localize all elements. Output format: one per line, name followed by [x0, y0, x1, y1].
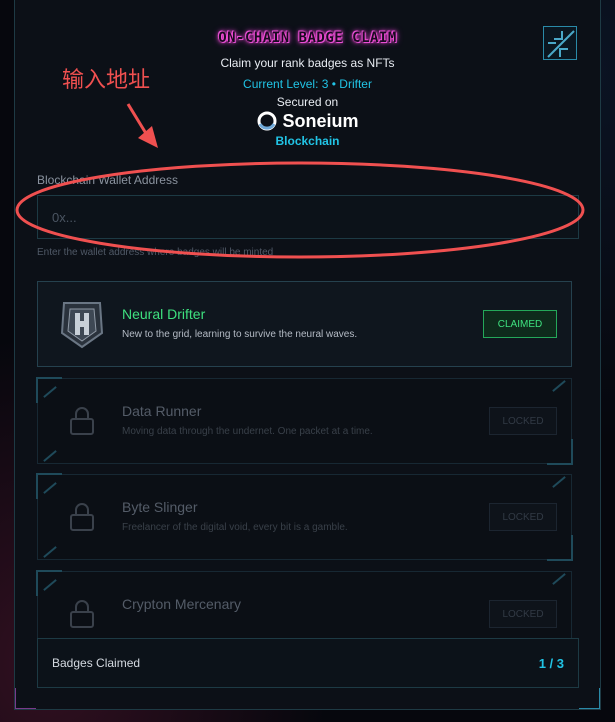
card-corner-slash	[552, 380, 566, 392]
badge-description: New to the grid, learning to survive the…	[122, 329, 358, 340]
badges-claimed-label: Badges Claimed	[52, 656, 141, 670]
card-corner-slash	[43, 546, 57, 558]
locked-status-button[interactable]: LOCKED	[489, 407, 557, 435]
badges-claimed-count: 1 / 3	[538, 655, 564, 671]
card-corner-slash	[43, 386, 57, 398]
claimed-status-badge: CLAIMED	[483, 310, 557, 338]
wallet-field-hint: Enter the wallet address where badges wi…	[37, 247, 274, 258]
lock-icon	[58, 492, 106, 542]
wallet-address-input[interactable]	[37, 195, 579, 239]
card-corner-slash	[552, 573, 566, 585]
secured-on-label: Secured on	[276, 95, 339, 109]
soneium-logo: Soneium	[15, 110, 600, 132]
card-corner-slash	[43, 450, 57, 462]
lock-icon	[58, 396, 106, 446]
badge-name: Neural Drifter	[122, 306, 206, 322]
blockchain-label: Blockchain	[275, 134, 340, 148]
card-corner-slash	[43, 579, 57, 591]
modal-title: ON-CHAIN BADGE CLAIM	[218, 30, 397, 46]
soneium-ring-icon	[257, 111, 277, 131]
card-corner-accent	[547, 535, 573, 561]
badge-card-neural-drifter: Neural Drifter New to the grid, learning…	[37, 281, 572, 367]
corner-accent	[15, 688, 36, 709]
card-corner-slash	[43, 482, 57, 494]
brand-name: Soneium	[282, 110, 359, 131]
badges-claimed-summary: Badges Claimed 1 / 3	[37, 638, 579, 688]
badge-name: Data Runner	[122, 403, 202, 419]
locked-status-button[interactable]: LOCKED	[489, 600, 557, 628]
corner-accent	[579, 688, 600, 709]
annotation-label: 输入地址	[62, 68, 151, 93]
badge-description: Freelancer of the digital void, every bi…	[122, 522, 348, 533]
card-corner-slash	[552, 476, 566, 488]
badge-description: Moving data through the undernet. One pa…	[122, 426, 373, 437]
lock-icon	[58, 589, 106, 639]
badge-card-data-runner: Data Runner Moving data through the unde…	[36, 377, 573, 465]
shield-badge-icon	[58, 299, 106, 349]
badge-name: Byte Slinger	[122, 499, 198, 515]
wallet-field-label: Blockchain Wallet Address	[37, 173, 178, 187]
close-button[interactable]	[543, 26, 577, 60]
badge-name: Crypton Mercenary	[122, 596, 242, 612]
locked-status-button[interactable]: LOCKED	[489, 503, 557, 531]
badge-card-byte-slinger: Byte Slinger Freelancer of the digital v…	[36, 473, 573, 561]
card-corner-accent	[547, 439, 573, 465]
badge-claim-modal: ON-CHAIN BADGE CLAIM Claim your rank bad…	[14, 0, 601, 710]
